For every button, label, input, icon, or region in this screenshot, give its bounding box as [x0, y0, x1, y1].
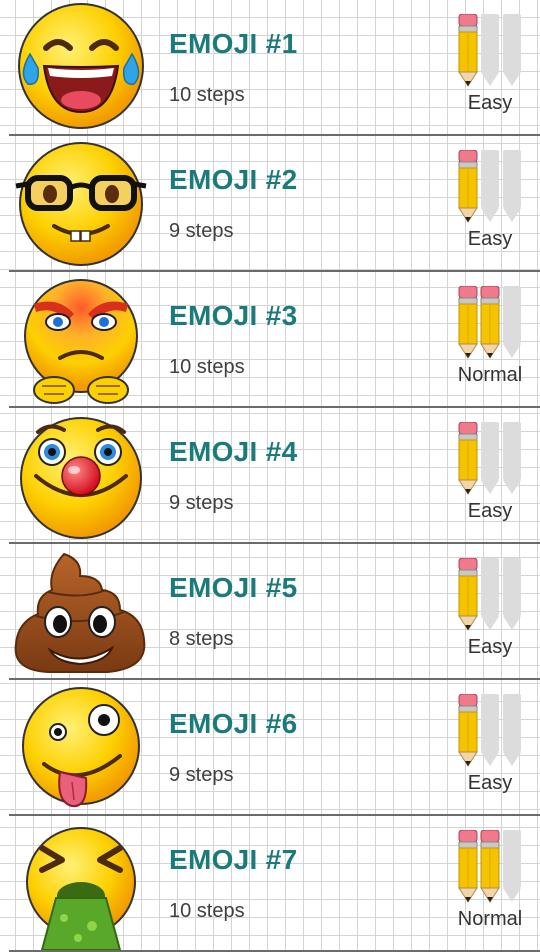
pencil-active-icon	[458, 150, 478, 223]
lesson-item[interactable]: EMOJI #5 8 steps Easy	[0, 544, 540, 680]
lesson-steps: 8 steps	[169, 628, 234, 650]
pencil-inactive-icon	[503, 14, 521, 86]
lesson-item[interactable]: EMOJI #7 10 steps Normal	[0, 816, 540, 952]
difficulty-pencils	[457, 150, 523, 226]
pencil-inactive-icon	[481, 150, 499, 222]
difficulty-label: Easy	[467, 228, 513, 250]
lesson-steps: 10 steps	[169, 900, 245, 922]
lesson-steps: 10 steps	[169, 84, 245, 106]
clown-nose-emoji-icon	[8, 410, 154, 542]
lesson-title: EMOJI #6	[169, 708, 298, 739]
poop-emoji-icon	[8, 546, 154, 678]
pencil-active-icon	[458, 14, 478, 87]
difficulty-pencils	[457, 558, 523, 634]
pencil-active-icon	[458, 830, 478, 903]
vomiting-emoji-icon	[8, 818, 154, 950]
lesson-item[interactable]: EMOJI #1 10 steps Easy	[0, 0, 540, 136]
lesson-item[interactable]: EMOJI #6 9 steps Easy	[0, 680, 540, 816]
lesson-list: EMOJI #1 10 steps Easy EMOJI #2 9 steps …	[0, 0, 540, 952]
pencil-active-icon	[458, 558, 478, 631]
pencil-active-icon	[458, 286, 478, 359]
difficulty-label: Easy	[467, 772, 513, 794]
pencil-active-icon	[480, 286, 500, 359]
pencil-inactive-icon	[503, 422, 521, 494]
difficulty-pencils	[457, 694, 523, 770]
pencil-inactive-icon	[503, 558, 521, 630]
difficulty-label: Normal	[457, 908, 523, 930]
lesson-steps: 9 steps	[169, 492, 234, 514]
lesson-title: EMOJI #2	[169, 164, 298, 195]
difficulty-label: Easy	[467, 92, 513, 114]
pencil-inactive-icon	[481, 14, 499, 86]
nerd-glasses-emoji-icon	[8, 138, 154, 270]
lesson-steps: 9 steps	[169, 220, 234, 242]
pencil-inactive-icon	[481, 422, 499, 494]
pencil-inactive-icon	[481, 694, 499, 766]
crazy-tongue-emoji-icon	[8, 682, 154, 814]
lesson-steps: 9 steps	[169, 764, 234, 786]
difficulty-label: Easy	[467, 500, 513, 522]
difficulty-pencils	[457, 830, 523, 906]
pencil-inactive-icon	[503, 694, 521, 766]
pencil-inactive-icon	[481, 558, 499, 630]
difficulty-pencils	[457, 286, 523, 362]
pencil-active-icon	[458, 422, 478, 495]
difficulty-label: Easy	[467, 636, 513, 658]
lesson-item[interactable]: EMOJI #3 10 steps Normal	[0, 272, 540, 408]
pencil-active-icon	[480, 830, 500, 903]
pencil-inactive-icon	[503, 286, 521, 358]
lesson-title: EMOJI #1	[169, 28, 298, 59]
difficulty-pencils	[457, 14, 523, 90]
lesson-title: EMOJI #3	[169, 300, 298, 331]
laughing-tears-emoji-icon	[8, 2, 154, 134]
lesson-title: EMOJI #7	[169, 844, 298, 875]
pencil-inactive-icon	[503, 830, 521, 902]
difficulty-label: Normal	[457, 364, 523, 386]
difficulty-pencils	[457, 422, 523, 498]
pencil-inactive-icon	[503, 150, 521, 222]
pencil-active-icon	[458, 694, 478, 767]
angry-fists-emoji-icon	[8, 274, 154, 406]
lesson-steps: 10 steps	[169, 356, 245, 378]
lesson-item[interactable]: EMOJI #4 9 steps Easy	[0, 408, 540, 544]
lesson-item[interactable]: EMOJI #2 9 steps Easy	[0, 136, 540, 272]
lesson-title: EMOJI #5	[169, 572, 298, 603]
lesson-title: EMOJI #4	[169, 436, 298, 467]
